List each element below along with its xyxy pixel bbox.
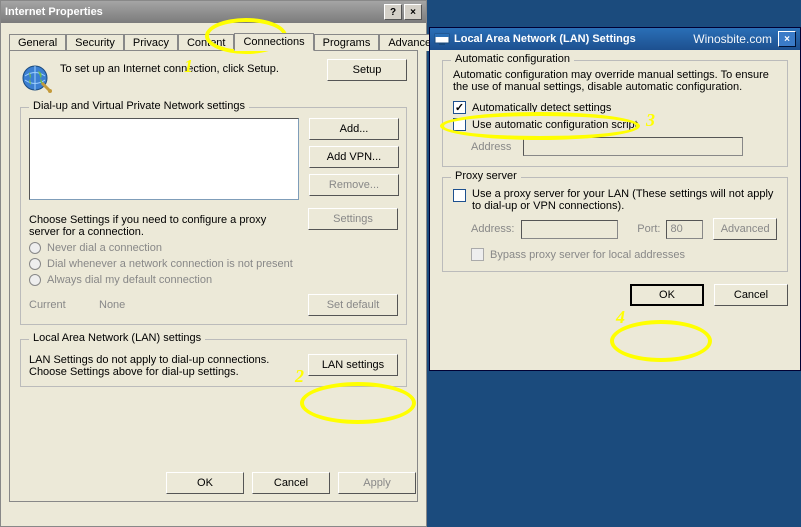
lan-titlebar: Local Area Network (LAN) Settings Winosb… bbox=[430, 28, 800, 50]
brand-watermark: Winosbite.com bbox=[693, 32, 772, 46]
script-address-label: Address bbox=[471, 141, 523, 153]
tab-security[interactable]: Security bbox=[66, 34, 124, 51]
choose-settings-text: Choose Settings if you need to configure… bbox=[29, 214, 298, 238]
use-script-checkbox[interactable] bbox=[453, 118, 466, 131]
proxy-port-label: Port: bbox=[628, 223, 661, 235]
proxy-address-label: Address: bbox=[471, 223, 521, 235]
tab-content[interactable]: Content bbox=[178, 34, 235, 51]
connections-panel: To set up an Internet connection, click … bbox=[9, 50, 418, 502]
use-proxy-label: Use a proxy server for your LAN (These s… bbox=[472, 188, 777, 212]
current-label: Current bbox=[29, 299, 99, 311]
globe-icon bbox=[20, 63, 52, 95]
radio-never-label: Never dial a connection bbox=[47, 242, 162, 254]
lan-ok-button[interactable]: OK bbox=[630, 284, 704, 306]
lan-legend: Local Area Network (LAN) settings bbox=[29, 332, 205, 344]
annotation-3-label: 3 bbox=[646, 110, 655, 131]
lan-title: Local Area Network (LAN) Settings bbox=[454, 33, 636, 45]
proxy-legend: Proxy server bbox=[451, 170, 521, 182]
tab-programs[interactable]: Programs bbox=[314, 34, 380, 51]
auto-detect-label: Automatically detect settings bbox=[472, 102, 611, 114]
auto-legend: Automatic configuration bbox=[451, 53, 574, 65]
proxy-fieldset: Proxy server Use a proxy server for your… bbox=[442, 177, 788, 272]
auto-detect-checkbox[interactable]: ✓ bbox=[453, 101, 466, 114]
internet-properties-window: Internet Properties ? × General Security… bbox=[0, 0, 427, 527]
annotation-1-label: 1 bbox=[184, 56, 193, 77]
set-default-button[interactable]: Set default bbox=[308, 294, 398, 316]
add-vpn-button[interactable]: Add VPN... bbox=[309, 146, 399, 168]
radio-icon bbox=[29, 258, 41, 270]
help-button[interactable]: ? bbox=[384, 4, 402, 20]
proxy-port-input[interactable]: 80 bbox=[666, 220, 703, 239]
connections-listbox[interactable] bbox=[29, 118, 299, 200]
tab-privacy[interactable]: Privacy bbox=[124, 34, 178, 51]
radio-never[interactable]: Never dial a connection bbox=[29, 242, 398, 254]
radio-icon bbox=[29, 274, 41, 286]
lan-settings-button[interactable]: LAN settings bbox=[308, 354, 398, 376]
ok-button[interactable]: OK bbox=[166, 472, 244, 494]
ip-tabstrip: General Security Privacy Content Connect… bbox=[9, 29, 418, 50]
annotation-4-label: 4 bbox=[616, 307, 625, 328]
auto-desc: Automatic configuration may override man… bbox=[453, 69, 777, 93]
tab-general[interactable]: General bbox=[9, 34, 66, 51]
lan-window-icon bbox=[434, 31, 450, 47]
annotation-2-label: 2 bbox=[295, 366, 304, 387]
dialup-legend: Dial-up and Virtual Private Network sett… bbox=[29, 100, 249, 112]
advanced-button[interactable]: Advanced bbox=[713, 218, 777, 240]
bypass-label: Bypass proxy server for local addresses bbox=[490, 249, 685, 261]
dialup-fieldset: Dial-up and Virtual Private Network sett… bbox=[20, 107, 407, 325]
lan-settings-window: Local Area Network (LAN) Settings Winosb… bbox=[429, 27, 801, 371]
ip-title: Internet Properties bbox=[5, 6, 382, 18]
add-button[interactable]: Add... bbox=[309, 118, 399, 140]
proxy-address-input[interactable] bbox=[521, 220, 618, 239]
radio-when[interactable]: Dial whenever a network connection is no… bbox=[29, 258, 398, 270]
auto-config-fieldset: Automatic configuration Automatic config… bbox=[442, 60, 788, 167]
cancel-button[interactable]: Cancel bbox=[252, 472, 330, 494]
setup-button[interactable]: Setup bbox=[327, 59, 407, 81]
bypass-checkbox[interactable] bbox=[471, 248, 484, 261]
use-script-label: Use automatic configuration script bbox=[472, 119, 638, 131]
ip-titlebar: Internet Properties ? × bbox=[1, 1, 426, 23]
setup-text: To set up an Internet connection, click … bbox=[60, 59, 327, 75]
script-address-input[interactable] bbox=[523, 137, 743, 156]
radio-always-label: Always dial my default connection bbox=[47, 274, 212, 286]
lan-desc: LAN Settings do not apply to dial-up con… bbox=[29, 354, 298, 378]
close-button[interactable]: × bbox=[404, 4, 422, 20]
tab-connections[interactable]: Connections bbox=[234, 33, 313, 51]
current-value: None bbox=[99, 299, 125, 311]
remove-button[interactable]: Remove... bbox=[309, 174, 399, 196]
radio-always[interactable]: Always dial my default connection bbox=[29, 274, 398, 286]
settings-button[interactable]: Settings bbox=[308, 208, 398, 230]
apply-button[interactable]: Apply bbox=[338, 472, 416, 494]
radio-icon bbox=[29, 242, 41, 254]
lan-cancel-button[interactable]: Cancel bbox=[714, 284, 788, 306]
use-proxy-checkbox[interactable] bbox=[453, 189, 466, 202]
lan-close-button[interactable]: × bbox=[778, 31, 796, 47]
lan-fieldset: Local Area Network (LAN) settings LAN Se… bbox=[20, 339, 407, 387]
radio-when-label: Dial whenever a network connection is no… bbox=[47, 258, 293, 270]
